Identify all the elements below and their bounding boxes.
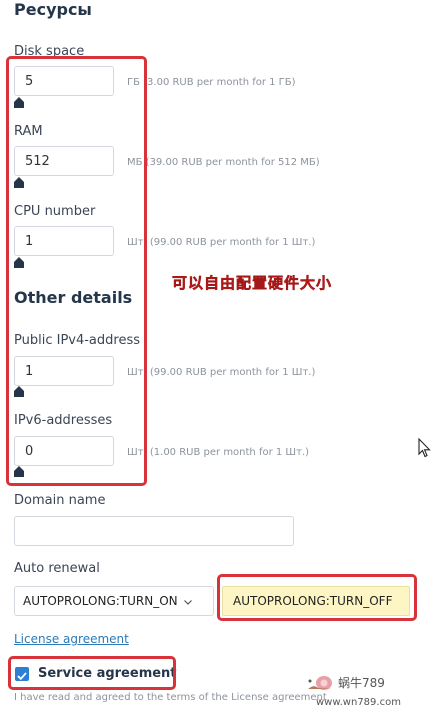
watermark-text: 蜗牛789: [338, 676, 385, 690]
license-agreement-link[interactable]: License agreement: [14, 632, 129, 646]
snail-logo-icon: [306, 672, 334, 696]
ipv6-price-note: Шт. (1.00 RUB per month for 1 Шт.): [127, 447, 310, 458]
ipv4-price-note: Шт. (99.00 RUB per month for 1 Шт.): [127, 367, 316, 378]
section-title-resources: Ресурсы: [14, 0, 92, 19]
ram-price-note: МБ (39.00 RUB per month for 512 МБ): [127, 157, 320, 168]
annotation-text: 可以自由配置硬件大小: [172, 274, 333, 293]
domain-name-label: Domain name: [14, 493, 106, 508]
watermark-url: www.wn789.com: [316, 697, 401, 708]
auto-renewal-label: Auto renewal: [14, 561, 100, 576]
auto-renewal-select[interactable]: AUTOPROLONG:TURN_ON: [14, 586, 214, 616]
domain-name-input[interactable]: [14, 516, 294, 546]
terms-text: I have read and agreed to the terms of t…: [14, 692, 327, 703]
checkbox-highlight-box: [8, 656, 176, 690]
annotation-highlight-box: [6, 56, 147, 486]
mouse-cursor-icon: [418, 437, 431, 462]
cpu-price-note: Шт. (99.00 RUB per month for 1 Шт.): [127, 237, 316, 248]
chevron-down-icon: [183, 594, 192, 608]
auto-renewal-selected-value: AUTOPROLONG:TURN_ON: [23, 594, 178, 608]
disk-space-price-note: ГБ (3.00 RUB per month for 1 ГБ): [127, 77, 296, 88]
option-highlight-box: [217, 574, 417, 621]
